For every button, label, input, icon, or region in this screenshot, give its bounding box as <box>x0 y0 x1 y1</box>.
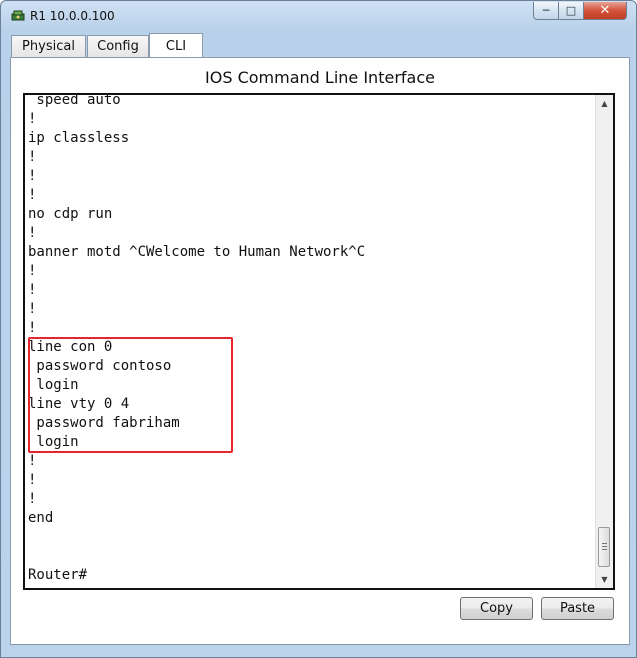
terminal-line: ip classless <box>28 130 130 146</box>
copy-button[interactable]: Copy <box>460 597 533 620</box>
terminal-line: speed auto <box>28 93 121 108</box>
minimize-icon: ─ <box>542 4 550 17</box>
terminal-line: no cdp run <box>28 206 113 222</box>
vertical-scrollbar[interactable]: ▲ ▼ <box>595 95 613 588</box>
cli-panel: IOS Command Line Interface speed auto! ip… <box>10 57 630 645</box>
terminal-line: ! <box>28 301 37 317</box>
minimize-button[interactable]: ─ <box>533 2 559 20</box>
tab-cli[interactable]: CLI <box>149 33 203 58</box>
terminal-output[interactable]: speed auto! ip classless!!! no cdp run! ban… <box>23 93 615 590</box>
terminal-line: ! <box>28 472 37 488</box>
terminal-line: ! <box>28 491 37 507</box>
terminal-line: ! <box>28 453 37 469</box>
window-title: R1 10.0.0.100 <box>30 9 115 23</box>
tab-config[interactable]: Config <box>87 35 149 57</box>
scroll-up-icon[interactable]: ▲ <box>596 95 613 112</box>
title-bar[interactable]: R1 10.0.0.100 ─ □ ✕ <box>1 1 636 31</box>
tab-physical[interactable]: Physical <box>11 35 86 57</box>
terminal-line: end <box>28 510 54 526</box>
terminal-line: ! <box>28 282 37 298</box>
cli-window: R1 10.0.0.100 ─ □ ✕ Physical Config CLI … <box>0 0 637 658</box>
terminal-line: ! <box>28 168 37 184</box>
terminal-line: ! <box>28 187 37 203</box>
panel-title: IOS Command Line Interface <box>205 68 435 87</box>
maximize-icon: □ <box>565 4 577 17</box>
terminal-line: ! <box>28 111 37 127</box>
scroll-down-icon[interactable]: ▼ <box>596 571 613 588</box>
close-button[interactable]: ✕ <box>583 2 627 20</box>
terminal-line: ! <box>28 149 37 165</box>
terminal-line: Router# <box>28 567 88 583</box>
terminal-line: ! <box>28 225 37 241</box>
router-icon <box>11 10 25 21</box>
terminal-line: ! <box>28 263 37 279</box>
highlight-box <box>28 337 233 453</box>
maximize-button[interactable]: □ <box>558 2 584 20</box>
scroll-thumb[interactable] <box>598 527 610 567</box>
terminal-line: banner motd ^CWelcome to Human Network^C <box>28 244 366 260</box>
terminal-line: ! <box>28 320 37 336</box>
paste-button[interactable]: Paste <box>541 597 614 620</box>
close-icon: ✕ <box>599 3 611 18</box>
